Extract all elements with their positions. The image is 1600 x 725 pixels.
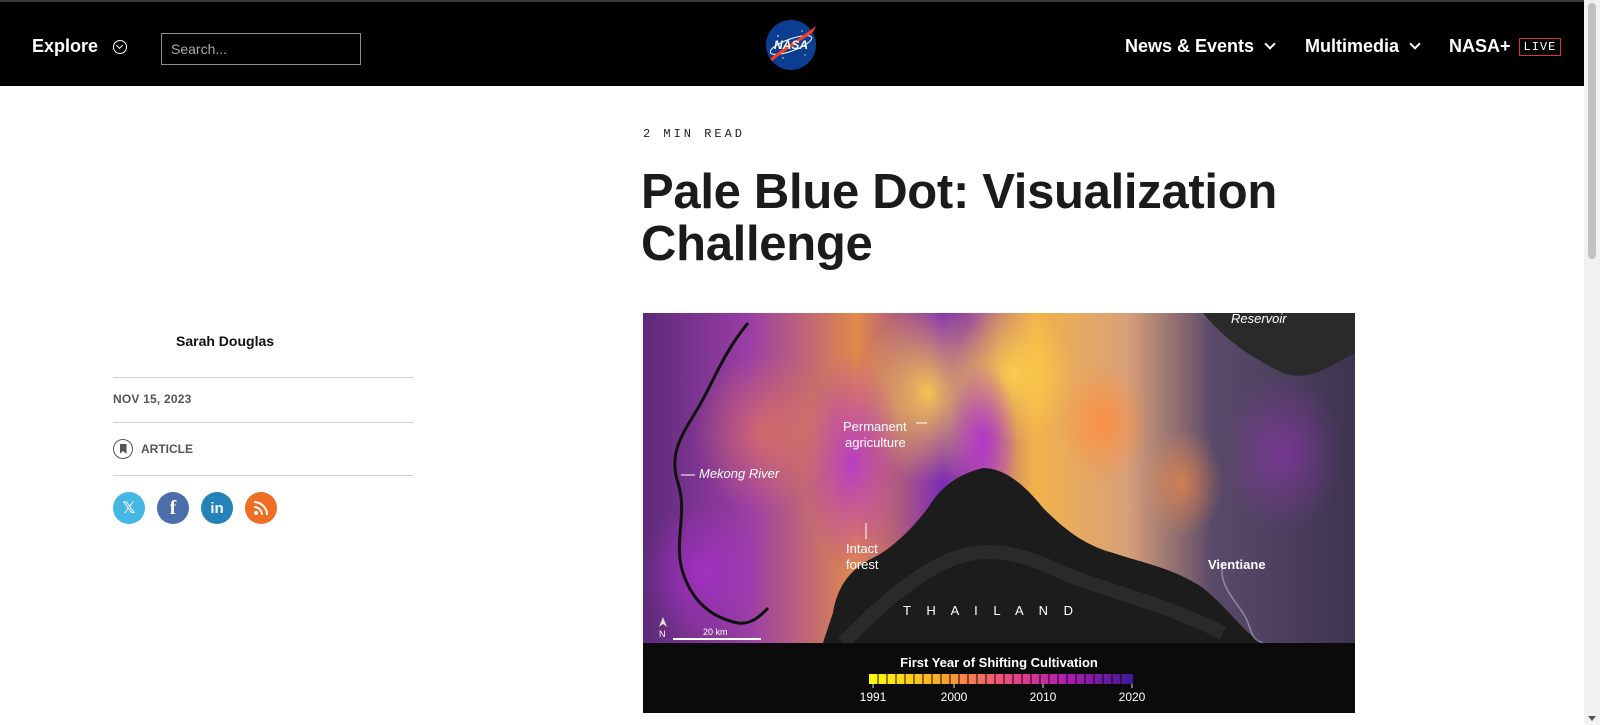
page-title: Pale Blue Dot: Visualization Challenge xyxy=(641,165,1277,271)
reservoir-label: Reservoir xyxy=(1231,313,1287,326)
legend-year-1991: 1991 xyxy=(860,690,887,704)
chevron-down-circle-icon xyxy=(113,39,128,54)
publish-date: NOV 15, 2023 xyxy=(113,392,192,406)
nav-news-events-label: News & Events xyxy=(1125,36,1255,56)
chevron-down-icon xyxy=(1264,38,1276,50)
nav-multimedia-label: Multimedia xyxy=(1305,36,1400,56)
bookmark-icon xyxy=(113,439,133,459)
legend-year-2010: 2010 xyxy=(1030,690,1057,704)
intact-forest-label-line1: Intact xyxy=(846,541,878,556)
facebook-icon[interactable]: f xyxy=(157,492,189,524)
vientiane-label: Vientiane xyxy=(1208,557,1266,572)
share-links: 𝕏 f in xyxy=(113,492,277,524)
explore-label: Explore xyxy=(32,36,99,56)
nav-news-events[interactable]: News & Events xyxy=(1125,36,1276,57)
chevron-down-icon xyxy=(1409,38,1421,50)
divider xyxy=(113,422,413,423)
scroll-down-arrow-icon[interactable] xyxy=(1588,716,1596,721)
permanent-agriculture-label-line1: Permanent xyxy=(843,419,907,434)
nav-nasa-plus-label: NASA+ xyxy=(1449,36,1511,56)
legend-year-2020: 2020 xyxy=(1119,690,1146,704)
mekong-river-label: Mekong River xyxy=(699,466,780,481)
linkedin-icon[interactable]: in xyxy=(201,492,233,524)
search-input[interactable] xyxy=(161,33,361,65)
svg-text:N: N xyxy=(659,629,666,639)
legend-year-2000: 2000 xyxy=(941,690,968,704)
nasa-logo[interactable]: NASA xyxy=(764,18,818,72)
divider xyxy=(113,377,413,378)
nav-multimedia[interactable]: Multimedia xyxy=(1305,36,1421,57)
page-scrollbar[interactable] xyxy=(1584,0,1600,725)
scrollbar-thumb[interactable] xyxy=(1588,3,1596,259)
nav-nasa-plus[interactable]: NASA+ LIVE xyxy=(1449,36,1562,57)
article-type-label: ARTICLE xyxy=(141,442,193,456)
article-hero-image: Reservoir Permanent agriculture Mekong R… xyxy=(643,313,1355,713)
permanent-agriculture-label-line2: agriculture xyxy=(845,435,906,450)
explore-menu-button[interactable]: Explore xyxy=(32,36,128,57)
divider xyxy=(113,475,413,476)
live-badge: LIVE xyxy=(1518,37,1562,56)
author-name[interactable]: Sarah Douglas xyxy=(176,333,274,349)
rss-icon[interactable] xyxy=(245,492,277,524)
x-icon[interactable]: 𝕏 xyxy=(113,492,145,524)
site-header: Explore NASA News & Events Multimedia NA… xyxy=(0,0,1584,86)
intact-forest-label-line2: forest xyxy=(846,557,879,572)
thailand-label: T H A I L A N D xyxy=(903,603,1079,618)
read-time: 2 MIN READ xyxy=(643,127,746,141)
svg-text:NASA: NASA xyxy=(774,38,808,52)
article-type: ARTICLE xyxy=(113,439,193,459)
legend-title: First Year of Shifting Cultivation xyxy=(900,655,1098,670)
scale-bar-label: 20 km xyxy=(703,627,728,637)
